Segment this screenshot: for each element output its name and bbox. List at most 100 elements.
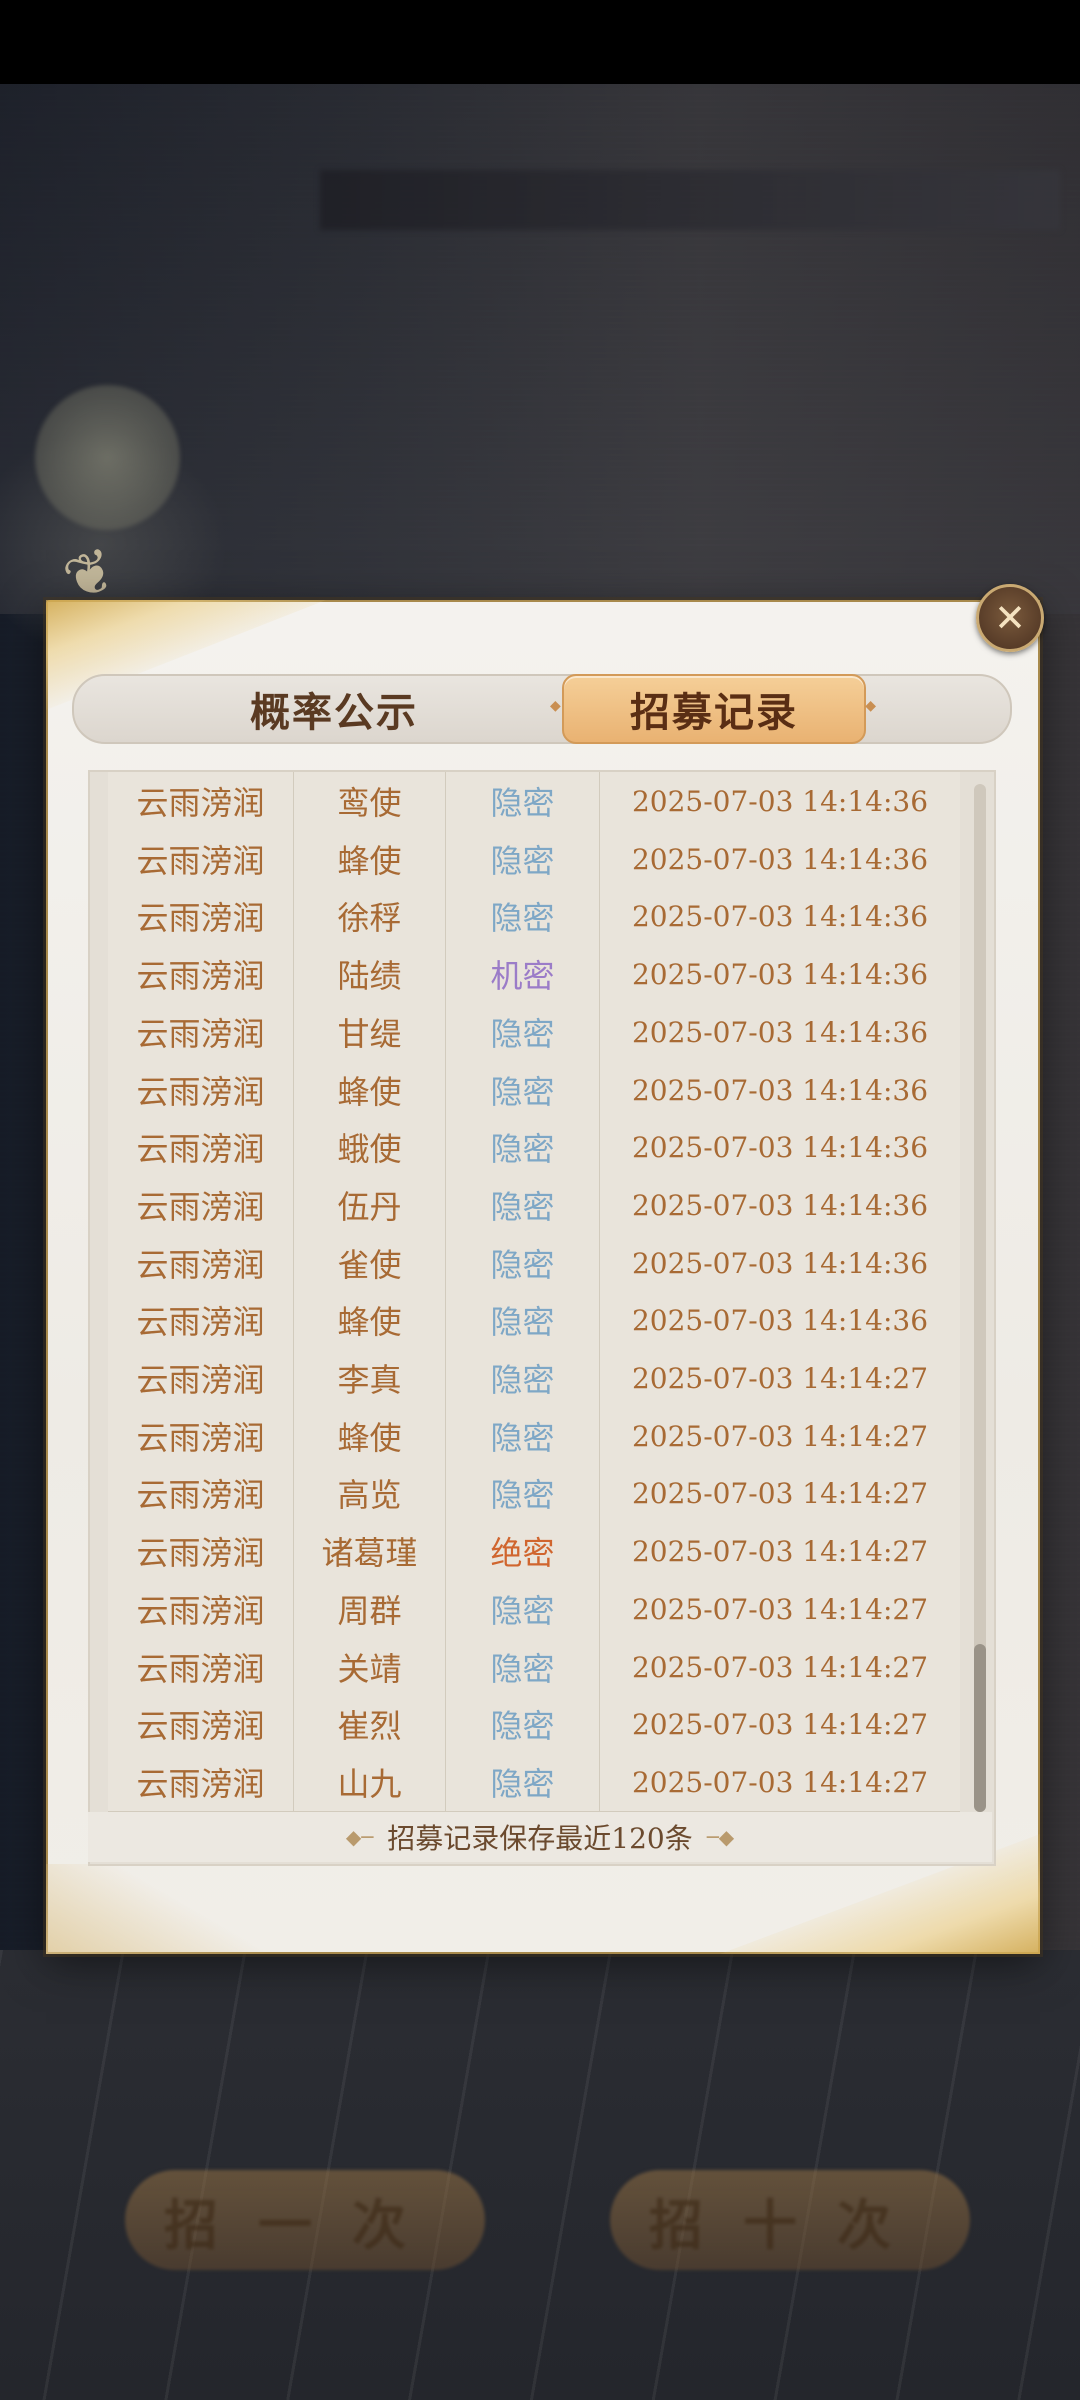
- time-cell: 2025-07-03 14:14:36: [631, 957, 929, 991]
- time-cell: 2025-07-03 14:14:27: [631, 1650, 929, 1684]
- rank-cell: 隐密: [446, 1234, 600, 1292]
- hero-name-cell: 徐稃: [294, 887, 446, 945]
- scrollbar-thumb[interactable]: [974, 1644, 986, 1812]
- time-cell: 2025-07-03 14:14:36: [631, 1015, 929, 1049]
- rank-cell: 绝密: [446, 1522, 600, 1580]
- player-name-cell: 云雨滂润: [108, 772, 294, 830]
- background-emblem: [35, 385, 180, 530]
- table-row: 云雨滂润 蜂使 隐密 2025-07-03 14:14:36: [108, 830, 960, 889]
- records-table[interactable]: 云雨滂润 鸾使 隐密 2025-07-03 14:14:36 云雨滂润 蜂使 隐密 2025-…: [108, 772, 960, 1812]
- rank-cell: 隐密: [446, 1176, 600, 1234]
- rank-cell: 隐密: [446, 772, 600, 830]
- table-row: 云雨滂润 雀使 隐密 2025-07-03 14:14:36: [108, 1234, 960, 1293]
- time-cell: 2025-07-03 14:14:36: [631, 1130, 929, 1164]
- time-cell: 2025-07-03 14:14:27: [631, 1361, 929, 1395]
- time-cell: 2025-07-03 14:14:36: [631, 784, 929, 818]
- table-row: 云雨滂润 甘缇 隐密 2025-07-03 14:14:36: [108, 1003, 960, 1062]
- time-cell: 2025-07-03 14:14:27: [631, 1765, 929, 1799]
- rank-cell: 机密: [446, 945, 600, 1003]
- hero-name-cell: 蜂使: [294, 1291, 446, 1349]
- rank-cell: 隐密: [446, 830, 600, 888]
- player-name-cell: 云雨滂润: [108, 1695, 294, 1753]
- rank-cell: 隐密: [446, 1753, 600, 1811]
- player-name-cell: 云雨滂润: [108, 1522, 294, 1580]
- rank-cell: 隐密: [446, 887, 600, 945]
- background-banner: [320, 170, 1060, 230]
- table-row: 云雨滂润 山九 隐密 2025-07-03 14:14:27: [108, 1753, 960, 1812]
- rank-cell: 隐密: [446, 1580, 600, 1638]
- player-name-cell: 云雨滂润: [108, 1753, 294, 1811]
- bg-recruit-ten-button: 招十次: [610, 2170, 970, 2270]
- player-name-cell: 云雨滂润: [108, 1464, 294, 1522]
- table-row: 云雨滂润 蜂使 隐密 2025-07-03 14:14:36: [108, 1291, 960, 1350]
- player-name-cell: 云雨滂润: [108, 1118, 294, 1176]
- hero-name-cell: 崔烈: [294, 1695, 446, 1753]
- rank-cell: 隐密: [446, 1695, 600, 1753]
- table-row: 云雨滂润 蜂使 隐密 2025-07-03 14:14:27: [108, 1407, 960, 1466]
- rank-cell: 隐密: [446, 1003, 600, 1061]
- background-top-area: [0, 84, 1080, 614]
- table-row: 云雨滂润 徐稃 隐密 2025-07-03 14:14:36: [108, 887, 960, 946]
- player-name-cell: 云雨滂润: [108, 1234, 294, 1292]
- hero-name-cell: 关靖: [294, 1638, 446, 1696]
- footer-note: ◆─ 招募记录保存最近120条 ─◆: [88, 1812, 992, 1862]
- hero-name-cell: 高览: [294, 1464, 446, 1522]
- table-row: 云雨滂润 高览 隐密 2025-07-03 14:14:27: [108, 1464, 960, 1523]
- rank-cell: 隐密: [446, 1464, 600, 1522]
- hero-name-cell: 蜂使: [294, 830, 446, 888]
- hero-name-cell: 周群: [294, 1580, 446, 1638]
- rank-cell: 隐密: [446, 1118, 600, 1176]
- hero-name-cell: 陆绩: [294, 945, 446, 1003]
- table-row: 云雨滂润 陆绩 机密 2025-07-03 14:14:36: [108, 945, 960, 1004]
- player-name-cell: 云雨滂润: [108, 1349, 294, 1407]
- time-cell: 2025-07-03 14:14:27: [631, 1534, 929, 1568]
- close-button[interactable]: ✕: [976, 584, 1044, 652]
- table-row: 云雨滂润 蛾使 隐密 2025-07-03 14:14:36: [108, 1118, 960, 1177]
- player-name-cell: 云雨滂润: [108, 1638, 294, 1696]
- time-cell: 2025-07-03 14:14:27: [631, 1707, 929, 1741]
- tab-probability[interactable]: 概率公示: [184, 676, 484, 742]
- table-row: 云雨滂润 周群 隐密 2025-07-03 14:14:27: [108, 1580, 960, 1639]
- table-row: 云雨滂润 伍丹 隐密 2025-07-03 14:14:36: [108, 1176, 960, 1235]
- close-icon: ✕: [994, 596, 1026, 640]
- time-cell: 2025-07-03 14:14:36: [631, 1246, 929, 1280]
- time-cell: 2025-07-03 14:14:27: [631, 1476, 929, 1510]
- table-row: 云雨滂润 李真 隐密 2025-07-03 14:14:27: [108, 1349, 960, 1408]
- player-name-cell: 云雨滂润: [108, 945, 294, 1003]
- player-name-cell: 云雨滂润: [108, 1291, 294, 1349]
- hero-name-cell: 蜂使: [294, 1407, 446, 1465]
- table-row: 云雨滂润 关靖 隐密 2025-07-03 14:14:27: [108, 1638, 960, 1697]
- hero-name-cell: 蛾使: [294, 1118, 446, 1176]
- rank-cell: 隐密: [446, 1349, 600, 1407]
- footer-note-text: 招募记录保存最近120条: [387, 1822, 693, 1855]
- hero-name-cell: 甘缇: [294, 1003, 446, 1061]
- player-name-cell: 云雨滂润: [108, 830, 294, 888]
- tab-bar: 概率公示 招募记录: [72, 674, 1012, 744]
- player-name-cell: 云雨滂润: [108, 1407, 294, 1465]
- player-name-cell: 云雨滂润: [108, 1061, 294, 1119]
- tab-recruit-records[interactable]: 招募记录: [550, 674, 878, 744]
- table-row: 云雨滂润 蜂使 隐密 2025-07-03 14:14:36: [108, 1061, 960, 1120]
- hero-name-cell: 伍丹: [294, 1176, 446, 1234]
- diamond-ornament-icon: ◆─: [345, 1825, 374, 1849]
- hero-name-cell: 诸葛瑾: [294, 1522, 446, 1580]
- hero-name-cell: 李真: [294, 1349, 446, 1407]
- rank-cell: 隐密: [446, 1061, 600, 1119]
- rank-cell: 隐密: [446, 1638, 600, 1696]
- diamond-ornament-icon: ─◆: [706, 1825, 735, 1849]
- rank-cell: 隐密: [446, 1407, 600, 1465]
- time-cell: 2025-07-03 14:14:36: [631, 1303, 929, 1337]
- hero-name-cell: 鸾使: [294, 772, 446, 830]
- player-name-cell: 云雨滂润: [108, 1580, 294, 1638]
- table-row: 云雨滂润 诸葛瑾 绝密 2025-07-03 14:14:27: [108, 1522, 960, 1581]
- gold-corner-ornament: [46, 1864, 266, 1954]
- time-cell: 2025-07-03 14:14:36: [631, 842, 929, 876]
- time-cell: 2025-07-03 14:14:36: [631, 1073, 929, 1107]
- rank-cell: 隐密: [446, 1291, 600, 1349]
- hero-name-cell: 蜂使: [294, 1061, 446, 1119]
- table-row: 云雨滂润 鸾使 隐密 2025-07-03 14:14:36: [108, 772, 960, 831]
- player-name-cell: 云雨滂润: [108, 887, 294, 945]
- bg-recruit-once-button: 招一次: [125, 2170, 485, 2270]
- table-row: 云雨滂润 崔烈 隐密 2025-07-03 14:14:27: [108, 1695, 960, 1754]
- player-name-cell: 云雨滂润: [108, 1003, 294, 1061]
